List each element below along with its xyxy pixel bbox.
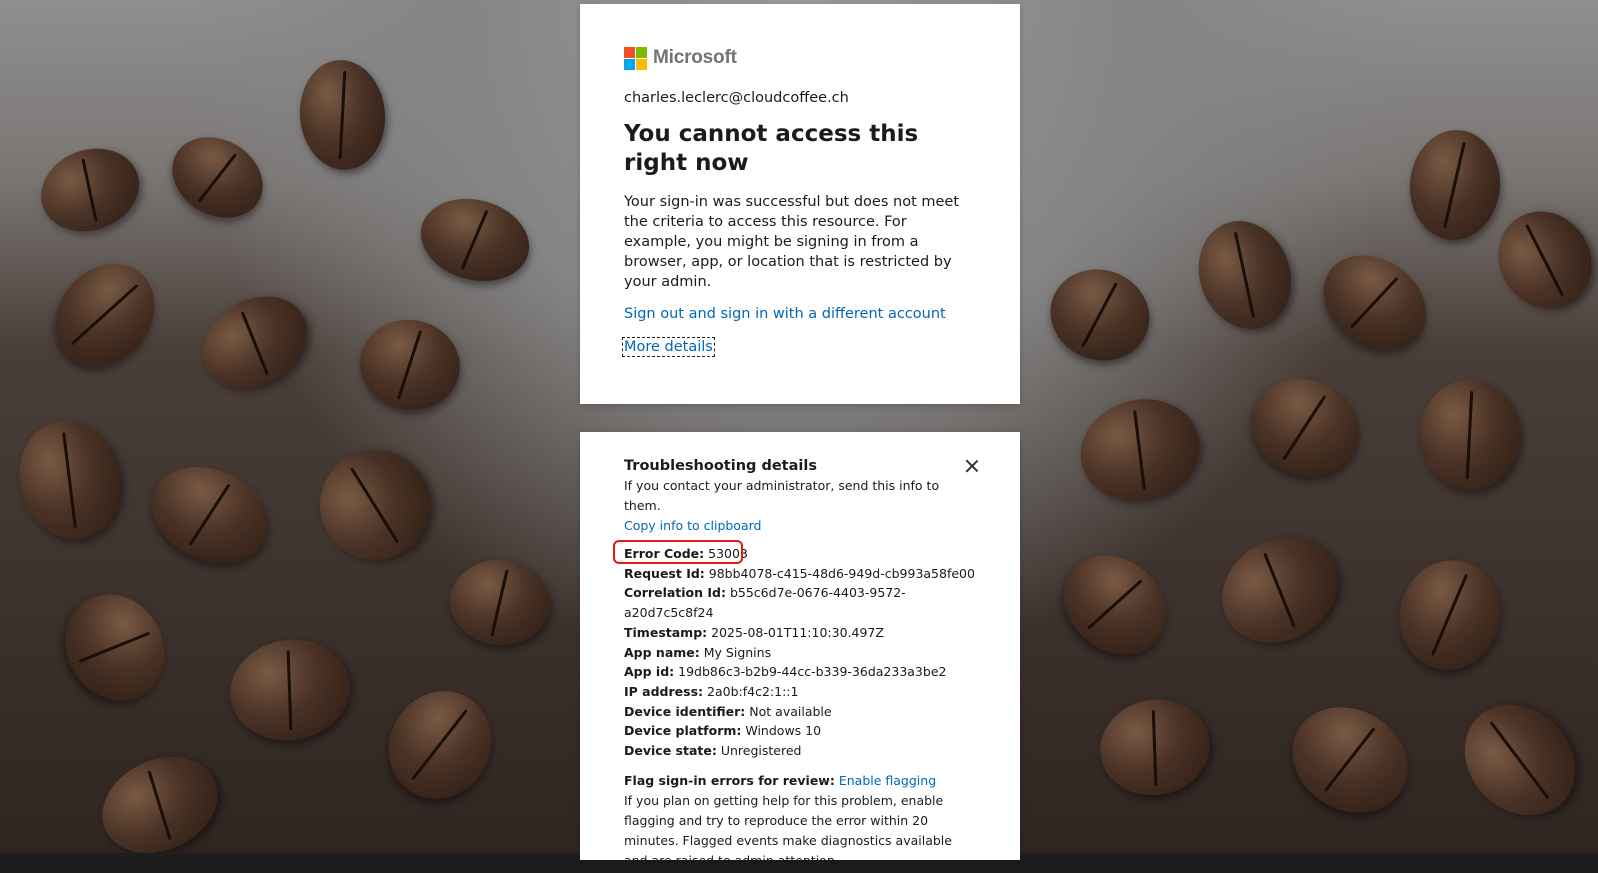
error-code-highlight <box>613 540 743 564</box>
detail-value: 19db86c3-b2b9-44cc-b339-36da233a3be2 <box>678 664 947 680</box>
detail-row: App id: 19db86c3-b2b9-44cc-b339-36da233a… <box>624 662 976 682</box>
error-description: Your sign-in was successful but does not… <box>624 194 960 290</box>
copy-info-link[interactable]: Copy info to clipboard <box>624 516 976 536</box>
detail-row: Device identifier: Not available <box>624 702 976 722</box>
detail-row: IP address: 2a0b:f4c2:1::1 <box>624 682 976 702</box>
detail-label: IP address: <box>624 683 704 699</box>
flag-description: If you plan on getting help for this pro… <box>624 792 952 868</box>
detail-label: Correlation Id: <box>624 585 726 601</box>
detail-value: Unregistered <box>720 743 802 759</box>
detail-row: App name: My Signins <box>624 643 976 663</box>
detail-value: Not available <box>749 703 832 719</box>
signin-card: Microsoft charles.leclerc@cloudcoffee.ch… <box>580 4 1020 404</box>
detail-row: Device platform: Windows 10 <box>624 721 976 741</box>
troubleshooting-header: Troubleshooting details <box>624 458 976 474</box>
enable-flagging-link[interactable]: Enable flagging <box>839 773 936 788</box>
detail-label: Device platform: <box>624 723 742 739</box>
details-list: Error Code: 53003 Request Id: 98bb4078-c… <box>613 540 976 761</box>
detail-row: Correlation Id: b55c6d7e-0676-4403-9572-… <box>624 583 976 622</box>
detail-label: App id: <box>624 664 675 680</box>
detail-row: Device state: Unregistered <box>624 741 976 761</box>
more-details-link[interactable]: More details <box>622 337 715 357</box>
close-icon[interactable] <box>962 456 982 476</box>
detail-value: 2a0b:f4c2:1::1 <box>707 683 799 699</box>
microsoft-logo-icon <box>624 46 647 70</box>
troubleshooting-title: Troubleshooting details <box>624 458 817 474</box>
detail-value: Windows 10 <box>745 723 822 739</box>
detail-value: 2025-08-01T11:10:30.497Z <box>711 624 884 640</box>
flagging-section: Flag sign-in errors for review: Enable f… <box>624 771 976 871</box>
flag-label: Flag sign-in errors for review: <box>624 772 835 788</box>
detail-row: Request Id: 98bb4078-c415-48d6-949d-cb99… <box>624 564 976 584</box>
detail-value: My Signins <box>703 644 772 660</box>
detail-value: 98bb4078-c415-48d6-949d-cb993a58fe00 <box>708 565 975 581</box>
troubleshooting-intro: If you contact your administrator, send … <box>624 478 940 513</box>
troubleshooting-card: Troubleshooting details If you contact y… <box>580 432 1020 868</box>
sign-out-link[interactable]: Sign out and sign in with a different ac… <box>624 306 976 322</box>
detail-label: Timestamp: <box>624 624 708 640</box>
page-title: You cannot access this right now <box>624 121 919 176</box>
logo-text: Microsoft <box>653 47 737 68</box>
detail-label: Device identifier: <box>624 703 746 719</box>
error-code-row: Error Code: 53003 <box>613 540 976 564</box>
detail-label: Request Id: <box>624 565 705 581</box>
account-identity: charles.leclerc@cloudcoffee.ch <box>624 90 849 106</box>
detail-row: Timestamp: 2025-08-01T11:10:30.497Z <box>624 623 976 643</box>
detail-label: Device state: <box>624 743 717 759</box>
microsoft-logo: Microsoft <box>624 46 976 70</box>
detail-label: App name: <box>624 644 700 660</box>
